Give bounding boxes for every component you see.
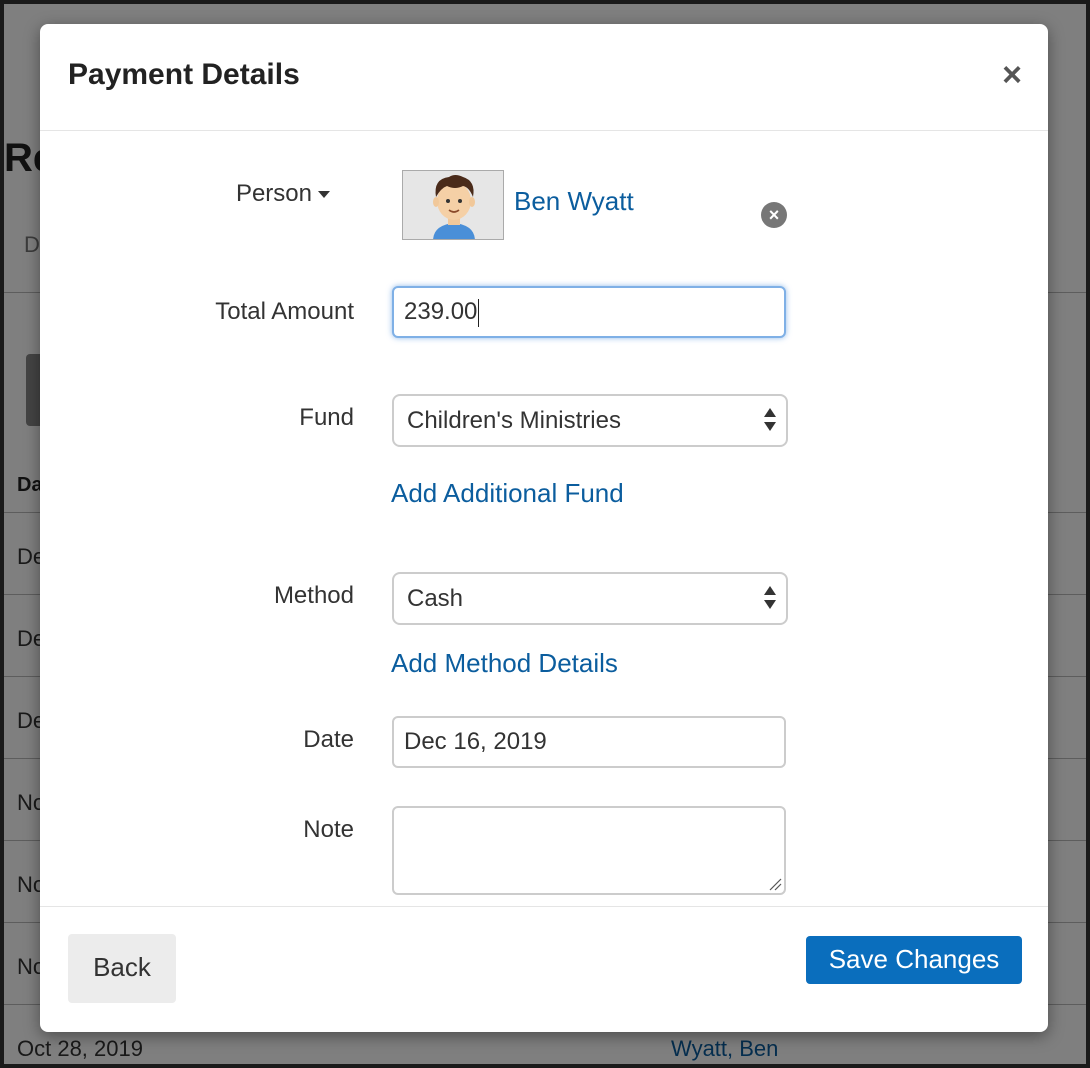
select-arrows-icon <box>764 584 778 614</box>
remove-circle-icon[interactable]: × <box>761 202 787 228</box>
person-label: Person <box>235 180 312 207</box>
note-label: Note <box>303 816 354 843</box>
add-method-details-link[interactable]: Add Method Details <box>391 648 618 679</box>
total-amount-value: 239.00 <box>404 298 478 325</box>
back-button[interactable]: Back <box>68 934 176 1003</box>
note-textarea[interactable] <box>392 806 786 895</box>
caret-down-icon <box>318 191 330 199</box>
total-amount-label: Total Amount <box>215 298 354 325</box>
method-selected-value: Cash <box>407 585 464 612</box>
date-value: Dec 16, 2019 <box>404 728 547 755</box>
date-field[interactable]: Dec 16, 2019 <box>392 716 786 768</box>
method-label: Method <box>273 582 354 609</box>
save-changes-button[interactable]: Save Changes <box>806 936 1022 984</box>
avatar <box>402 170 504 240</box>
modal-title: Payment Details <box>68 58 300 91</box>
add-additional-fund-link[interactable]: Add Additional Fund <box>391 478 624 509</box>
fund-selected-value: Children's Ministries <box>407 407 621 434</box>
modal-footer-divider <box>40 906 1048 907</box>
resize-handle-icon[interactable] <box>768 877 782 891</box>
fund-label: Fund <box>299 404 354 431</box>
close-icon[interactable]: × <box>1002 58 1022 92</box>
person-dropdown[interactable]: Person <box>30 180 330 208</box>
modal-header: Payment Details × <box>40 24 1048 131</box>
payment-details-modal: Payment Details × Person Ben Wyatt × Tot… <box>40 24 1048 1032</box>
date-label: Date <box>303 726 354 753</box>
person-name-link[interactable]: Ben Wyatt <box>514 186 634 217</box>
fund-select[interactable]: Children's Ministries <box>392 394 788 447</box>
text-cursor <box>478 298 480 327</box>
method-select[interactable]: Cash <box>392 572 788 625</box>
total-amount-field[interactable]: 239.00 <box>392 286 786 338</box>
person-avatar-icon <box>403 171 503 239</box>
select-arrows-icon <box>764 406 778 436</box>
